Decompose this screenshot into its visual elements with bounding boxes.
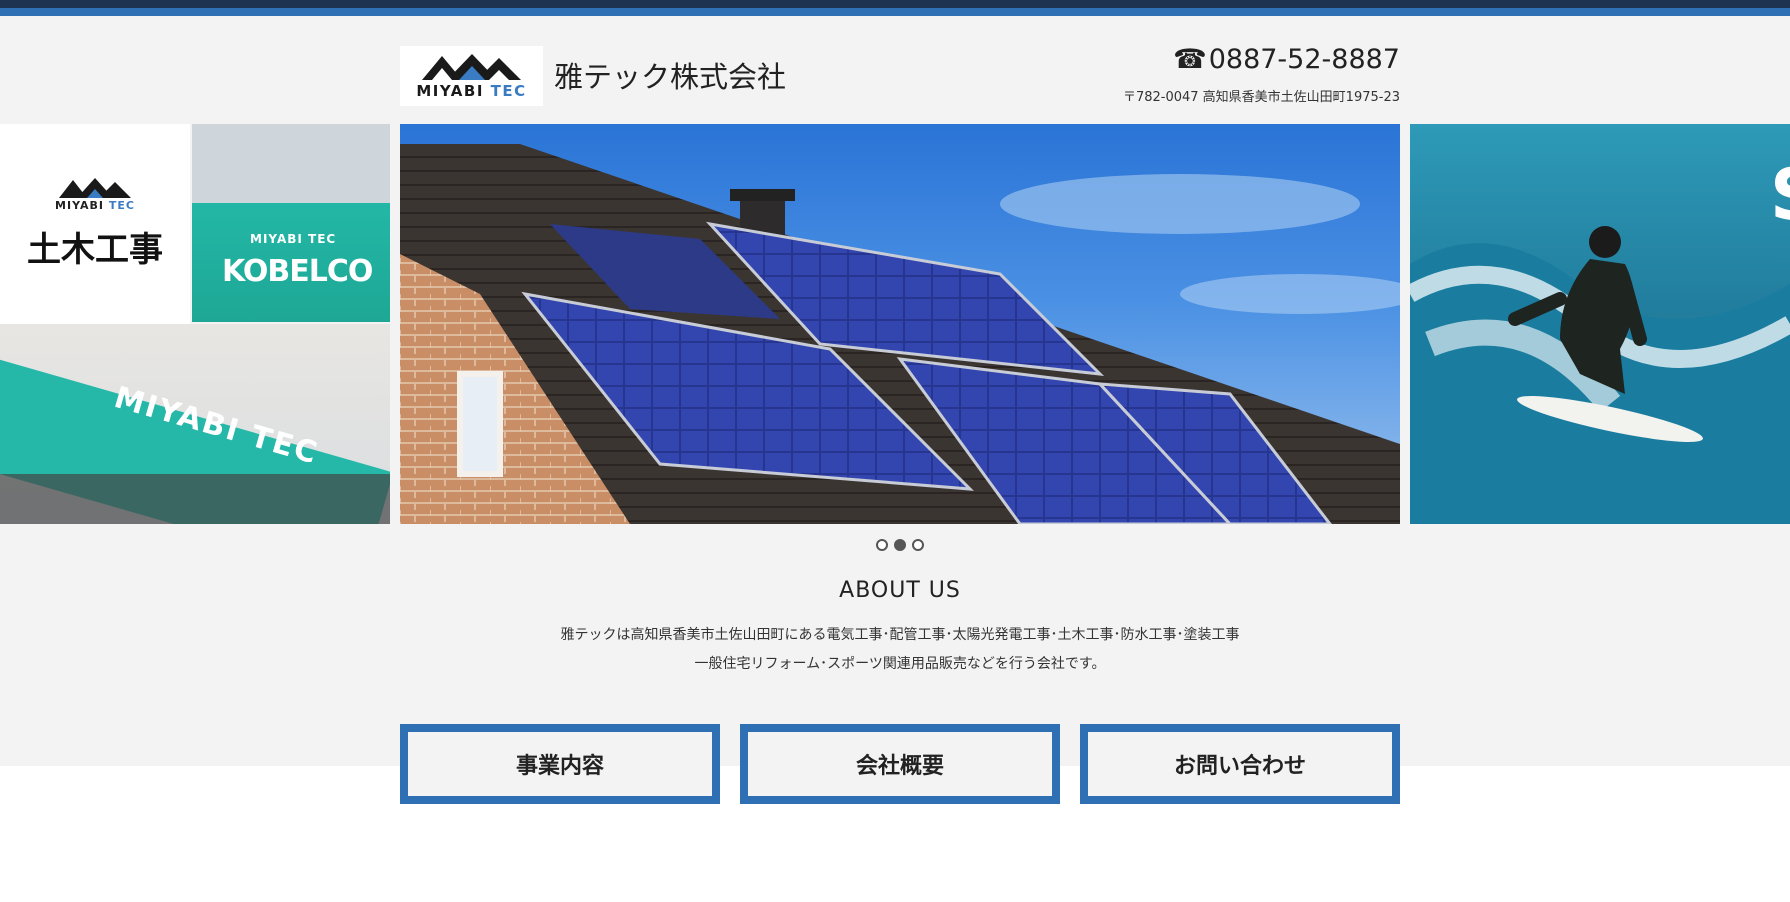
civil-engineering-card: MIYABI TEC 土木工事 [0,124,190,324]
civil-engineering-label: 土木工事 [27,230,163,270]
machine-logo: MIYABI TEC [250,232,337,246]
solar-roof-illustration [400,144,1400,524]
company-profile-button[interactable]: 会社概要 [740,724,1060,804]
about-description-line-1: 雅テックは高知県香美市土佐山田町にある電気工事･配管工事･太陽光発電工事･土木工… [560,627,1240,643]
slider-pagination [876,539,924,551]
slide-title-initial: S [1770,154,1790,236]
logo-wordmark: MIYABI TEC [416,82,526,100]
surfer-illustration [1410,226,1790,524]
card-logo-main: MIYABI [55,199,104,212]
about-description-line-2: 一般住宅リフォーム･スポーツ関連用品販売などを行う会社です。 [694,656,1106,672]
slider-dot-2[interactable] [894,539,906,551]
excavator-track [0,474,390,524]
slide-next-surf[interactable]: S [1410,124,1790,524]
company-address: 〒782-0047 高知県香美市土佐山田町1975-23 [1122,90,1400,105]
slide-current-solar[interactable] [400,124,1400,524]
telephone-icon: ☎ [1173,44,1207,75]
company-logo[interactable]: MIYABI TEC [400,46,543,106]
excavator-arm-image: MIYABI TEC [0,324,390,524]
about-heading: ABOUT US [839,578,961,603]
top-bar-stripe [0,8,1790,16]
mountain-logo-icon [421,54,521,80]
slider-dot-1[interactable] [876,539,888,551]
machine-brand: KOBELCO [222,254,373,289]
contact-button[interactable]: お問い合わせ [1080,724,1400,804]
slide-previous[interactable]: MIYABI TEC 土木工事 MIYABI TEC KOBELCO MIYAB… [0,124,390,524]
card-logo-wordmark: MIYABI TEC [55,199,135,212]
phone-number[interactable]: ☎ 0887-52-8887 [1173,44,1400,75]
card-logo-accent: TEC [108,199,135,212]
logo-accent-text: TEC [490,82,527,100]
slider-dot-3[interactable] [912,539,924,551]
company-name: 雅テック株式会社 [554,60,787,94]
top-bar [0,0,1790,16]
logo-main-text: MIYABI [416,82,484,100]
business-button[interactable]: 事業内容 [400,724,720,804]
mountain-logo-icon [59,178,131,198]
excavator-cab-image: MIYABI TEC KOBELCO [192,124,390,322]
phone-number-text: 0887-52-8887 [1208,44,1400,75]
